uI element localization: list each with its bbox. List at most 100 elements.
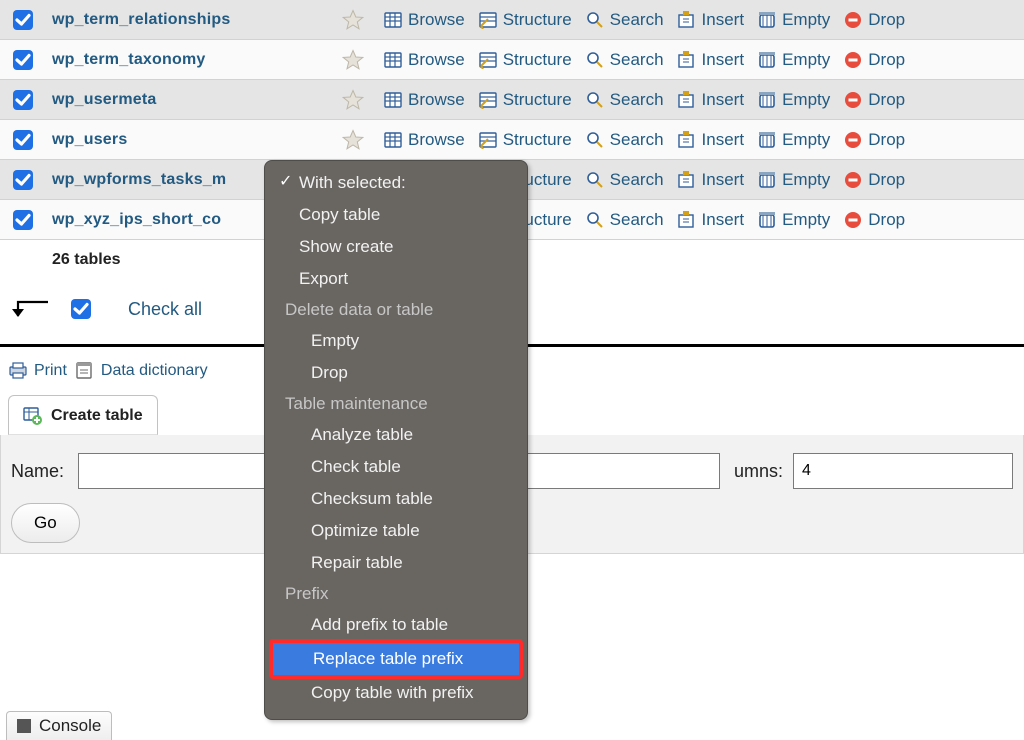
table-icon [384,51,402,69]
empty-icon [758,51,776,69]
favorite-star-icon[interactable] [342,129,364,151]
search-link[interactable]: Search [586,90,664,110]
empty-icon [758,91,776,109]
row-checkbox[interactable] [12,209,34,231]
favorite-star-icon[interactable] [342,49,364,71]
empty-link[interactable]: Empty [758,90,830,110]
menu-show-create[interactable]: Show create [269,231,523,263]
drop-link[interactable]: Drop [844,210,905,230]
drop-icon [844,51,862,69]
search-link[interactable]: Search [586,210,664,230]
check-all-checkbox[interactable] [70,298,92,320]
table-name-link[interactable]: wp_users [52,131,342,149]
menu-add-prefix[interactable]: Add prefix to table [269,609,523,641]
menu-heading-maintenance: Table maintenance [269,389,523,419]
search-icon [586,171,604,189]
menu-analyze-table[interactable]: Analyze table [269,419,523,451]
favorite-star-icon[interactable] [342,9,364,31]
drop-link[interactable]: Drop [844,10,905,30]
print-icon [8,361,28,381]
row-checkbox[interactable] [12,89,34,111]
menu-repair-table[interactable]: Repair table [269,547,523,579]
insert-link[interactable]: Insert [678,50,745,70]
empty-link[interactable]: Empty [758,130,830,150]
menu-optimize-table[interactable]: Optimize table [269,515,523,547]
console-indicator-icon [17,719,31,733]
drop-link[interactable]: Drop [844,90,905,110]
browse-link[interactable]: Browse [384,130,465,150]
empty-link[interactable]: Empty [758,10,830,30]
row-checkbox[interactable] [12,169,34,191]
table-row: wp_term_taxonomy Browse Structure Search Ins… [0,40,1024,80]
empty-link[interactable]: Empty [758,50,830,70]
search-icon [586,91,604,109]
create-table-tab[interactable]: Create table [8,395,158,435]
menu-empty[interactable]: Empty [269,325,523,357]
row-checkbox[interactable] [12,49,34,71]
menu-check-table[interactable]: Check table [269,451,523,483]
data-dictionary-link[interactable]: Data dictionary [75,361,208,381]
table-icon [384,91,402,109]
table-icon [384,11,402,29]
empty-icon [758,131,776,149]
table-name-link[interactable]: wp_usermeta [52,91,342,109]
empty-icon [758,11,776,29]
menu-with-selected[interactable]: With selected: [269,167,523,199]
insert-link[interactable]: Insert [678,90,745,110]
empty-icon [758,171,776,189]
empty-icon [758,211,776,229]
empty-link[interactable]: Empty [758,170,830,190]
structure-icon [479,51,497,69]
drop-link[interactable]: Drop [844,50,905,70]
columns-input[interactable] [793,453,1013,489]
check-all-label[interactable]: Check all [128,299,202,320]
browse-link[interactable]: Browse [384,90,465,110]
browse-link[interactable]: Browse [384,50,465,70]
search-link[interactable]: Search [586,130,664,150]
structure-icon [479,91,497,109]
insert-icon [678,91,696,109]
search-icon [586,11,604,29]
table-icon [384,131,402,149]
insert-link[interactable]: Insert [678,10,745,30]
drop-link[interactable]: Drop [844,130,905,150]
structure-link[interactable]: Structure [479,130,572,150]
structure-link[interactable]: Structure [479,10,572,30]
insert-icon [678,51,696,69]
insert-link[interactable]: Insert [678,210,745,230]
browse-link[interactable]: Browse [384,10,465,30]
insert-icon [678,171,696,189]
menu-checksum-table[interactable]: Checksum table [269,483,523,515]
print-link[interactable]: Print [8,361,67,381]
search-link[interactable]: Search [586,170,664,190]
empty-link[interactable]: Empty [758,210,830,230]
table-name-link[interactable]: wp_term_taxonomy [52,51,342,69]
console-tab[interactable]: Console [6,711,112,740]
table-row: wp_users Browse Structure Search Insert Empty… [0,120,1024,160]
book-icon [75,361,95,381]
favorite-star-icon[interactable] [342,89,364,111]
structure-icon [479,131,497,149]
drop-icon [844,211,862,229]
search-link[interactable]: Search [586,50,664,70]
insert-link[interactable]: Insert [678,170,745,190]
new-table-icon [23,406,43,426]
menu-replace-prefix-highlighted[interactable]: Replace table prefix [271,641,521,677]
menu-export[interactable]: Export [269,263,523,295]
insert-icon [678,11,696,29]
structure-link[interactable]: Structure [479,50,572,70]
search-icon [586,51,604,69]
table-name-link[interactable]: wp_term_relationships [52,11,342,29]
menu-heading-prefix: Prefix [269,579,523,609]
structure-link[interactable]: Structure [479,90,572,110]
search-link[interactable]: Search [586,10,664,30]
go-button[interactable]: Go [11,503,80,543]
menu-copy-table[interactable]: Copy table [269,199,523,231]
row-checkbox[interactable] [12,129,34,151]
drop-link[interactable]: Drop [844,170,905,190]
menu-copy-with-prefix[interactable]: Copy table with prefix [269,677,523,709]
menu-heading-delete: Delete data or table [269,295,523,325]
row-checkbox[interactable] [12,9,34,31]
menu-drop[interactable]: Drop [269,357,523,389]
insert-link[interactable]: Insert [678,130,745,150]
